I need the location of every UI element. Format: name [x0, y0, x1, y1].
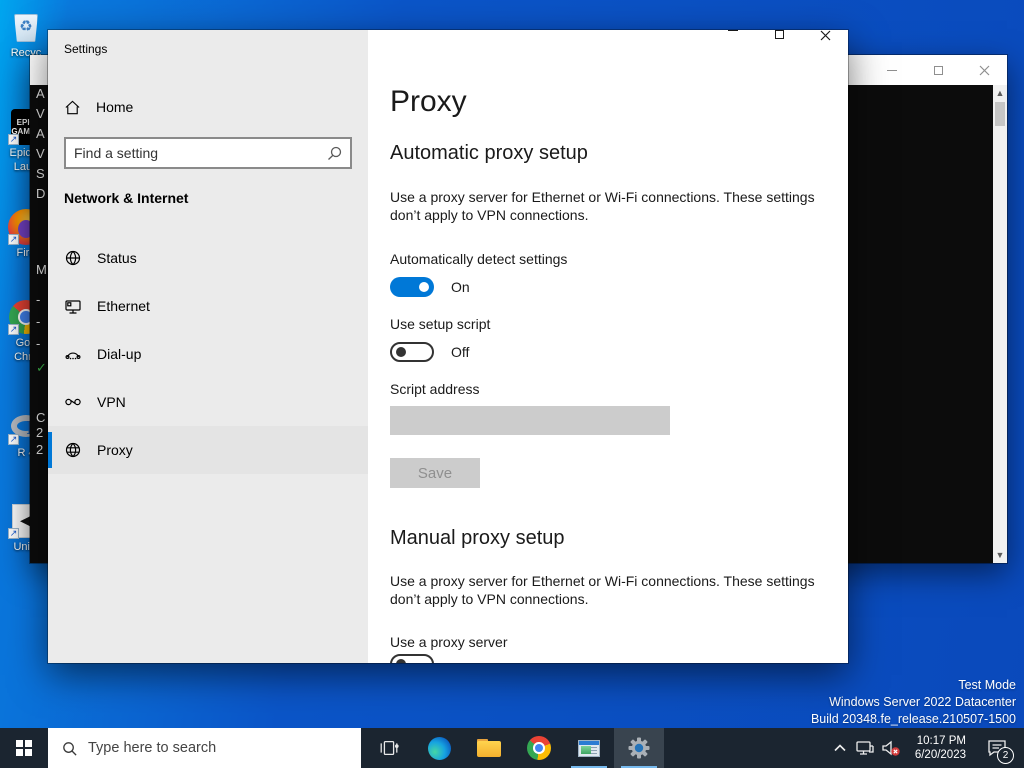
- use-proxy-server-toggle[interactable]: [390, 654, 434, 663]
- use-proxy-server-label: Use a proxy server: [390, 634, 508, 650]
- window-title: Settings: [64, 42, 108, 56]
- script-address-label: Script address: [390, 381, 480, 397]
- sidebar-item-ethernet[interactable]: Ethernet: [48, 282, 368, 330]
- chrome-icon: [527, 736, 551, 760]
- save-button[interactable]: Save: [390, 458, 480, 488]
- settings-content: Proxy Automatic proxy setup Use a proxy …: [368, 30, 848, 663]
- taskbar-search-input[interactable]: [88, 740, 361, 756]
- manual-proxy-description: Use a proxy server for Ethernet or Wi-Fi…: [390, 573, 815, 607]
- minimize-icon[interactable]: [710, 30, 756, 31]
- toggle-state-label: On: [451, 279, 470, 295]
- sidebar-nav: Status Ethernet Dial-up VPN Proxy: [48, 234, 368, 474]
- scroll-down-icon[interactable]: ▼: [993, 547, 1007, 563]
- automatic-proxy-description: Use a proxy server for Ethernet or Wi-Fi…: [390, 189, 815, 223]
- taskbar-file-explorer-button[interactable]: [464, 728, 514, 768]
- sidebar-item-label: Home: [96, 99, 134, 115]
- proxy-globe-icon: [65, 442, 81, 458]
- recycle-bin-icon: ♻: [7, 8, 45, 46]
- settings-search-box[interactable]: [64, 137, 352, 169]
- settings-sidebar: Settings Home Network & Internet: [48, 30, 368, 663]
- taskbar-chrome-button[interactable]: [514, 728, 564, 768]
- close-icon[interactable]: [802, 30, 848, 41]
- sidebar-item-label: VPN: [97, 394, 126, 410]
- dialup-icon: [65, 352, 81, 360]
- server-manager-icon: [578, 739, 600, 757]
- status-icon: [65, 250, 81, 266]
- scroll-up-icon[interactable]: ▲: [993, 85, 1007, 101]
- clock-time: 10:17 PM: [916, 735, 966, 747]
- sidebar-section-title: Network & Internet: [64, 190, 189, 206]
- sidebar-item-label: Status: [97, 250, 137, 266]
- action-center-button[interactable]: 2: [978, 728, 1016, 768]
- start-button[interactable]: [0, 728, 48, 768]
- shortcut-arrow-icon: ↗: [8, 434, 19, 445]
- home-icon: [65, 100, 80, 114]
- use-setup-script-toggle[interactable]: [390, 342, 434, 362]
- maximize-icon[interactable]: [915, 55, 961, 85]
- tray-volume-button[interactable]: [878, 728, 904, 768]
- ethernet-icon: [65, 300, 81, 314]
- minimize-icon[interactable]: [869, 55, 915, 85]
- tray-chevron-button[interactable]: [828, 728, 852, 768]
- detect-settings-label: Automatically detect settings: [390, 251, 568, 267]
- toggle-state-label: Off: [451, 344, 470, 360]
- settings-search-input[interactable]: [66, 145, 324, 161]
- desktop: ♻ Recyc EPIC GAMES ↗ Epic G Laun ↗ Fire ↗ …: [0, 0, 1024, 768]
- taskbar-settings-button[interactable]: [614, 728, 664, 768]
- notification-count-badge: 2: [997, 747, 1014, 764]
- desktop-icon-recycle-bin[interactable]: ♻ Recyc: [0, 8, 52, 60]
- sidebar-item-status[interactable]: Status: [48, 234, 368, 282]
- taskbar-edge-button[interactable]: [414, 728, 464, 768]
- sidebar-item-label: Ethernet: [97, 298, 150, 314]
- sidebar-item-dialup[interactable]: Dial-up: [48, 330, 368, 378]
- task-view-icon: [380, 740, 399, 756]
- shortcut-arrow-icon: ↗: [8, 234, 19, 245]
- page-title: Proxy: [390, 85, 467, 118]
- sidebar-item-home[interactable]: Home: [64, 90, 352, 124]
- search-icon: [328, 146, 342, 160]
- taskbar-server-manager-button[interactable]: [564, 728, 614, 768]
- shortcut-arrow-icon: ↗: [8, 528, 19, 539]
- script-address-input[interactable]: [390, 406, 670, 435]
- detect-settings-toggle[interactable]: [390, 277, 434, 297]
- taskbar-clock[interactable]: 10:17 PM 6/20/2023: [902, 728, 966, 768]
- shortcut-arrow-icon: ↗: [8, 324, 19, 335]
- taskbar-search-box[interactable]: [48, 728, 361, 768]
- manual-proxy-heading: Manual proxy setup: [390, 527, 565, 549]
- settings-gear-icon: [628, 737, 650, 759]
- network-icon: [856, 741, 874, 755]
- task-view-button[interactable]: [364, 728, 414, 768]
- settings-window: Settings Home Network & Internet: [47, 29, 849, 664]
- tray-network-button[interactable]: [852, 728, 878, 768]
- maximize-icon[interactable]: [756, 30, 802, 39]
- shortcut-arrow-icon: ↗: [8, 134, 19, 145]
- edge-icon: [427, 736, 451, 760]
- speaker-muted-icon: [882, 740, 900, 756]
- clock-date: 6/20/2023: [914, 749, 966, 761]
- chevron-up-icon: [834, 744, 846, 752]
- console-scrollbar[interactable]: ▲ ▼: [993, 85, 1007, 563]
- use-setup-script-label: Use setup script: [390, 316, 491, 332]
- vpn-icon: [65, 398, 81, 406]
- automatic-proxy-heading: Automatic proxy setup: [390, 142, 588, 164]
- test-mode-watermark: Test Mode Windows Server 2022 Datacenter…: [810, 678, 1016, 726]
- close-icon[interactable]: [961, 55, 1007, 85]
- sidebar-item-label: Dial-up: [97, 346, 142, 362]
- windows-logo-icon: [16, 740, 32, 756]
- sidebar-item-label: Proxy: [97, 442, 133, 458]
- taskbar: 10:17 PM 6/20/2023 2: [0, 728, 1024, 768]
- search-icon: [63, 741, 77, 756]
- sidebar-item-proxy[interactable]: Proxy: [48, 426, 368, 474]
- file-explorer-icon: [477, 739, 501, 757]
- scrollbar-thumb[interactable]: [995, 102, 1005, 126]
- sidebar-item-vpn[interactable]: VPN: [48, 378, 368, 426]
